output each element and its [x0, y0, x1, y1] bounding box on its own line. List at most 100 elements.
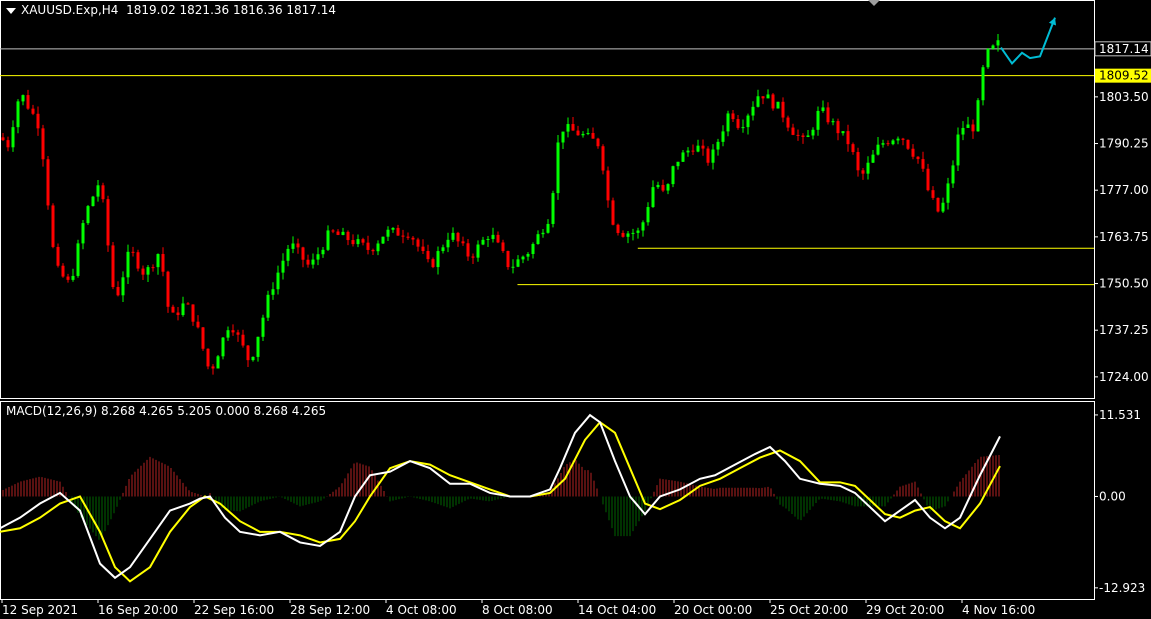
candle-body	[366, 242, 370, 250]
candle-body	[316, 254, 320, 260]
candle-body	[241, 334, 245, 346]
candle-body	[91, 196, 95, 207]
candle-body	[296, 243, 300, 248]
trading-chart[interactable]: 1803.50 1790.25 1777.00 1763.75 1750.50 1737.…	[0, 0, 1151, 619]
candle-body	[151, 267, 155, 269]
candle-body	[696, 145, 700, 152]
candle-body	[881, 143, 885, 145]
candle-body	[471, 256, 475, 258]
candle-body	[981, 67, 985, 101]
candle-body	[911, 148, 915, 157]
candle-body	[601, 146, 605, 171]
candle-body	[266, 294, 270, 318]
candle-body	[216, 356, 220, 369]
candle-body	[221, 337, 225, 357]
candle-body	[21, 95, 25, 102]
candle-body	[851, 144, 855, 153]
candle-body	[926, 168, 930, 191]
candle-body	[691, 150, 695, 152]
candle-body	[376, 243, 380, 252]
candle-body	[636, 230, 640, 233]
candle-body	[306, 259, 310, 265]
candle-body	[11, 127, 15, 148]
candle-body	[781, 101, 785, 118]
candle-body	[631, 232, 635, 234]
candle-body	[701, 145, 705, 149]
candle-body	[66, 276, 70, 280]
candle-body	[531, 244, 535, 254]
candle-body	[71, 275, 75, 280]
candle-body	[866, 162, 870, 174]
candle-body	[51, 205, 55, 247]
candle-body	[176, 312, 180, 316]
candle-body	[16, 101, 20, 128]
ohlc-values: 1819.02 1821.36 1816.36 1817.14	[126, 3, 337, 17]
candle-body	[426, 250, 430, 260]
candle-body	[996, 40, 1000, 46]
candle-body	[721, 131, 725, 142]
candle-body	[551, 193, 555, 224]
candle-body	[946, 183, 950, 203]
candle-body	[901, 138, 905, 140]
candle-body	[381, 236, 385, 244]
candle-body	[336, 231, 340, 235]
price-tick-label: 1750.50	[1099, 277, 1149, 291]
candle-body	[871, 154, 875, 163]
candle-body	[121, 277, 125, 296]
price-tick-label: 1790.25	[1099, 137, 1149, 151]
candle-body	[786, 117, 790, 128]
candle-body	[971, 124, 975, 132]
candle-body	[536, 234, 540, 245]
macd-label: MACD(12,26,9) 8.268 4.265 5.205 0.000 8.…	[6, 404, 327, 418]
candle-body	[756, 96, 760, 107]
collapse-triangle-icon[interactable]	[6, 7, 16, 14]
candle-body	[501, 242, 505, 251]
candle-body	[331, 230, 335, 232]
macd-tick-label: -12.923	[1099, 581, 1145, 595]
price-tick-label: 1724.00	[1099, 370, 1149, 384]
candle-body	[286, 248, 290, 261]
candle-body	[276, 272, 280, 290]
candle-body	[771, 94, 775, 109]
candle-body	[796, 134, 800, 136]
candle-body	[6, 140, 10, 148]
candle-body	[26, 95, 30, 109]
candle-body	[351, 240, 355, 245]
candle-body	[841, 131, 845, 134]
candle-body	[821, 107, 825, 111]
time-tick-label: 20 Oct 00:00	[674, 603, 752, 617]
candle-body	[641, 222, 645, 231]
candle-body	[456, 232, 460, 242]
candle-body	[421, 246, 425, 251]
candle-body	[261, 317, 265, 337]
candle-body	[126, 251, 130, 278]
candle-body	[231, 330, 235, 333]
candle-body	[616, 224, 620, 233]
candle-body	[761, 96, 765, 99]
candle-body	[906, 139, 910, 149]
time-tick-label: 8 Oct 08:00	[482, 603, 553, 617]
candle-body	[106, 199, 110, 246]
candle-body	[86, 206, 90, 224]
candle-body	[991, 45, 995, 49]
shift-marker-icon	[868, 0, 880, 6]
time-tick-label: 12 Sep 2021	[2, 603, 78, 617]
candle-body	[491, 234, 495, 239]
candle-body	[581, 133, 585, 136]
candle-body	[896, 138, 900, 141]
candle-body	[461, 241, 465, 244]
macd-tick-label: 0.00	[1099, 489, 1126, 503]
candle-body	[191, 304, 195, 322]
resistance-price-label: 1809.52	[1099, 69, 1149, 83]
candle-body	[651, 187, 655, 208]
candle-body	[486, 238, 490, 240]
candle-body	[481, 239, 485, 245]
candle-body	[556, 142, 560, 194]
candle-body	[516, 259, 520, 267]
candle-body	[226, 330, 230, 338]
candle-body	[736, 119, 740, 128]
candle-body	[681, 152, 685, 162]
candle-body	[766, 94, 770, 99]
candle-body	[251, 356, 255, 361]
time-tick-label: 14 Oct 04:00	[578, 603, 656, 617]
